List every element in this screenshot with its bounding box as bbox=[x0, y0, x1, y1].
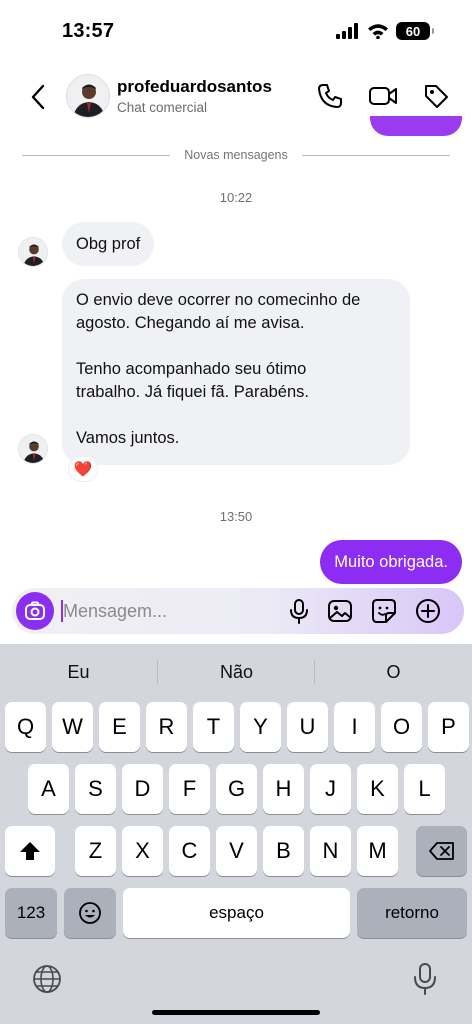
contact-subtitle: Chat comercial bbox=[117, 100, 208, 115]
globe-icon[interactable] bbox=[32, 964, 62, 994]
key[interactable]: Z bbox=[75, 826, 116, 876]
backspace-icon bbox=[428, 842, 454, 860]
wifi-icon bbox=[368, 24, 388, 39]
key[interactable]: H bbox=[263, 764, 304, 814]
key[interactable]: W bbox=[52, 702, 93, 752]
video-call-icon[interactable] bbox=[368, 82, 398, 110]
sticker-icon[interactable] bbox=[371, 598, 397, 624]
key[interactable]: Q bbox=[5, 702, 46, 752]
gallery-image-icon[interactable] bbox=[327, 598, 353, 624]
key[interactable]: Y bbox=[240, 702, 281, 752]
dictation-microphone-icon[interactable] bbox=[410, 962, 440, 996]
contact-avatar[interactable] bbox=[66, 74, 110, 118]
key[interactable]: G bbox=[216, 764, 257, 814]
add-plus-icon[interactable] bbox=[415, 598, 441, 624]
timestamp: 13:50 bbox=[219, 509, 253, 524]
key[interactable]: A bbox=[28, 764, 69, 814]
message-line: O envio deve ocorrer no comecinho de bbox=[76, 291, 361, 309]
heart-reaction-icon[interactable]: ❤️ bbox=[68, 456, 98, 482]
emoji-key[interactable] bbox=[64, 888, 116, 938]
status-bar: 13:57 60 bbox=[0, 0, 472, 60]
person-photo-icon bbox=[67, 75, 109, 117]
key[interactable]: X bbox=[122, 826, 163, 876]
key[interactable]: B bbox=[263, 826, 304, 876]
message-line: agosto. Chegando aí me avisa. bbox=[76, 314, 305, 332]
key[interactable]: O bbox=[381, 702, 422, 752]
numbers-key[interactable]: 123 bbox=[5, 888, 57, 938]
person-photo-icon bbox=[19, 238, 47, 266]
key[interactable]: U bbox=[287, 702, 328, 752]
shift-arrow-icon bbox=[20, 842, 40, 860]
suggestion-item[interactable]: Não bbox=[158, 644, 315, 700]
shift-key[interactable] bbox=[5, 826, 55, 876]
key[interactable]: C bbox=[169, 826, 210, 876]
camera-icon bbox=[25, 601, 45, 620]
space-key[interactable]: espaço bbox=[123, 888, 350, 938]
key[interactable]: P bbox=[428, 702, 469, 752]
key[interactable]: I bbox=[334, 702, 375, 752]
message-line: Vamos juntos. bbox=[76, 429, 180, 447]
sender-avatar bbox=[18, 237, 48, 267]
incoming-message[interactable]: Obg prof bbox=[62, 222, 155, 266]
microphone-icon[interactable] bbox=[286, 598, 312, 624]
sender-avatar bbox=[18, 434, 48, 464]
key[interactable]: D bbox=[122, 764, 163, 814]
person-photo-icon bbox=[19, 435, 47, 463]
suggestion-item[interactable]: Eu bbox=[0, 644, 157, 700]
key[interactable]: E bbox=[99, 702, 140, 752]
incoming-message[interactable]: O envio deve ocorrer no comecinho de ago… bbox=[62, 279, 410, 465]
phone-call-icon[interactable] bbox=[316, 82, 344, 110]
suggestion-bar: Eu Não O bbox=[0, 644, 472, 700]
key[interactable]: M bbox=[357, 826, 398, 876]
key[interactable]: V bbox=[216, 826, 257, 876]
message-composer bbox=[12, 588, 464, 634]
key[interactable]: T bbox=[193, 702, 234, 752]
key[interactable]: F bbox=[169, 764, 210, 814]
emoji-smiley-icon bbox=[79, 902, 101, 924]
key[interactable]: L bbox=[404, 764, 445, 814]
keyboard: Eu Não O Q W E R T Y U I O P A S D F G H… bbox=[0, 644, 472, 1024]
message-input[interactable] bbox=[63, 596, 273, 626]
key[interactable]: K bbox=[357, 764, 398, 814]
tag-label-icon[interactable] bbox=[422, 82, 450, 110]
contact-name[interactable]: profeduardosantos bbox=[117, 77, 272, 97]
return-key[interactable]: retorno bbox=[357, 888, 467, 938]
new-messages-divider: Novas mensagens bbox=[22, 148, 450, 164]
battery-icon: 60 bbox=[396, 22, 434, 40]
message-line bbox=[76, 404, 396, 427]
key[interactable]: R bbox=[146, 702, 187, 752]
message-line: trabalho. Já fiquei fã. Parabéns. bbox=[76, 383, 309, 401]
suggestion-item[interactable]: O bbox=[315, 644, 472, 700]
camera-button[interactable] bbox=[16, 592, 54, 630]
key[interactable]: N bbox=[310, 826, 351, 876]
previous-outgoing-bubble bbox=[370, 116, 462, 136]
key[interactable]: S bbox=[75, 764, 116, 814]
key[interactable]: J bbox=[310, 764, 351, 814]
backspace-key[interactable] bbox=[416, 826, 467, 876]
message-line bbox=[76, 335, 396, 358]
cellular-signal-icon bbox=[336, 23, 358, 39]
back-chevron-icon[interactable] bbox=[26, 82, 52, 112]
outgoing-message[interactable]: Muito obrigada. bbox=[320, 540, 462, 584]
status-icons: 60 bbox=[336, 22, 434, 40]
divider-line-right bbox=[302, 155, 450, 156]
home-indicator bbox=[152, 1010, 320, 1015]
status-time: 13:57 bbox=[62, 20, 115, 42]
timestamp: 10:22 bbox=[219, 190, 253, 205]
message-line: Tenho acompanhado seu ótimo bbox=[76, 360, 307, 378]
